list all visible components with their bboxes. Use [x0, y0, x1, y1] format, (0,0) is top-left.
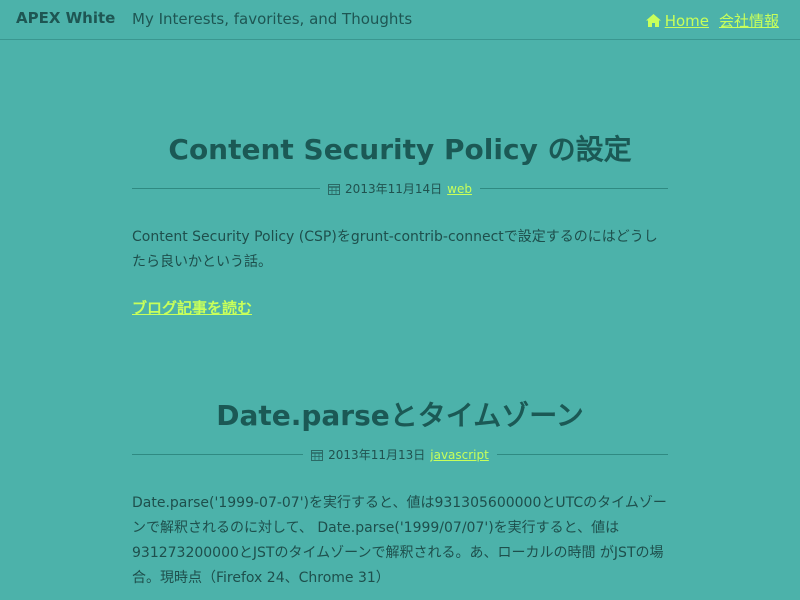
post-tag-link[interactable]: web — [447, 182, 472, 196]
site-brand[interactable]: APEX White — [16, 9, 115, 27]
post-excerpt: Content Security Policy (CSP)をgrunt-cont… — [132, 229, 658, 270]
post-meta: 2013年11月13日 javascript — [132, 446, 668, 463]
calendar-icon — [328, 183, 341, 195]
post-meta-center: 2013年11月14日 web — [320, 180, 480, 197]
nav-home-link[interactable]: Home — [665, 12, 709, 30]
blog-post: Content Security Policy の設定 2013年11月14日 … — [132, 128, 669, 318]
post-title[interactable]: Content Security Policy の設定 — [132, 128, 668, 168]
post-meta-center: 2013年11月13日 javascript — [303, 446, 497, 463]
divider — [479, 188, 669, 189]
divider — [496, 454, 668, 455]
post-date: 2013年11月13日 — [328, 448, 426, 462]
calendar-icon — [311, 449, 324, 461]
home-icon — [645, 13, 662, 28]
post-title[interactable]: Date.parseとタイムゾーン — [132, 394, 668, 434]
main-nav: Home 会社情報 — [645, 10, 779, 31]
nav-company-info-link[interactable]: 会社情報 — [719, 10, 779, 31]
blog-post: Date.parseとタイムゾーン 2013年11月13日 javascript… — [132, 394, 668, 591]
post-meta: 2013年11月14日 web — [132, 180, 669, 197]
nav-home[interactable]: Home — [645, 12, 709, 30]
top-nav-bar: APEX White My Interests, favorites, and … — [0, 0, 800, 40]
post-date: 2013年11月14日 — [345, 182, 443, 196]
post-excerpt: Date.parse('1999-07-07')を実行すると、値は9313056… — [132, 495, 667, 586]
divider — [132, 454, 304, 455]
divider — [132, 188, 321, 189]
read-more-link[interactable]: ブログ記事を読む — [132, 297, 252, 318]
post-tag-link[interactable]: javascript — [430, 448, 489, 462]
site-tagline: My Interests, favorites, and Thoughts — [132, 10, 413, 28]
